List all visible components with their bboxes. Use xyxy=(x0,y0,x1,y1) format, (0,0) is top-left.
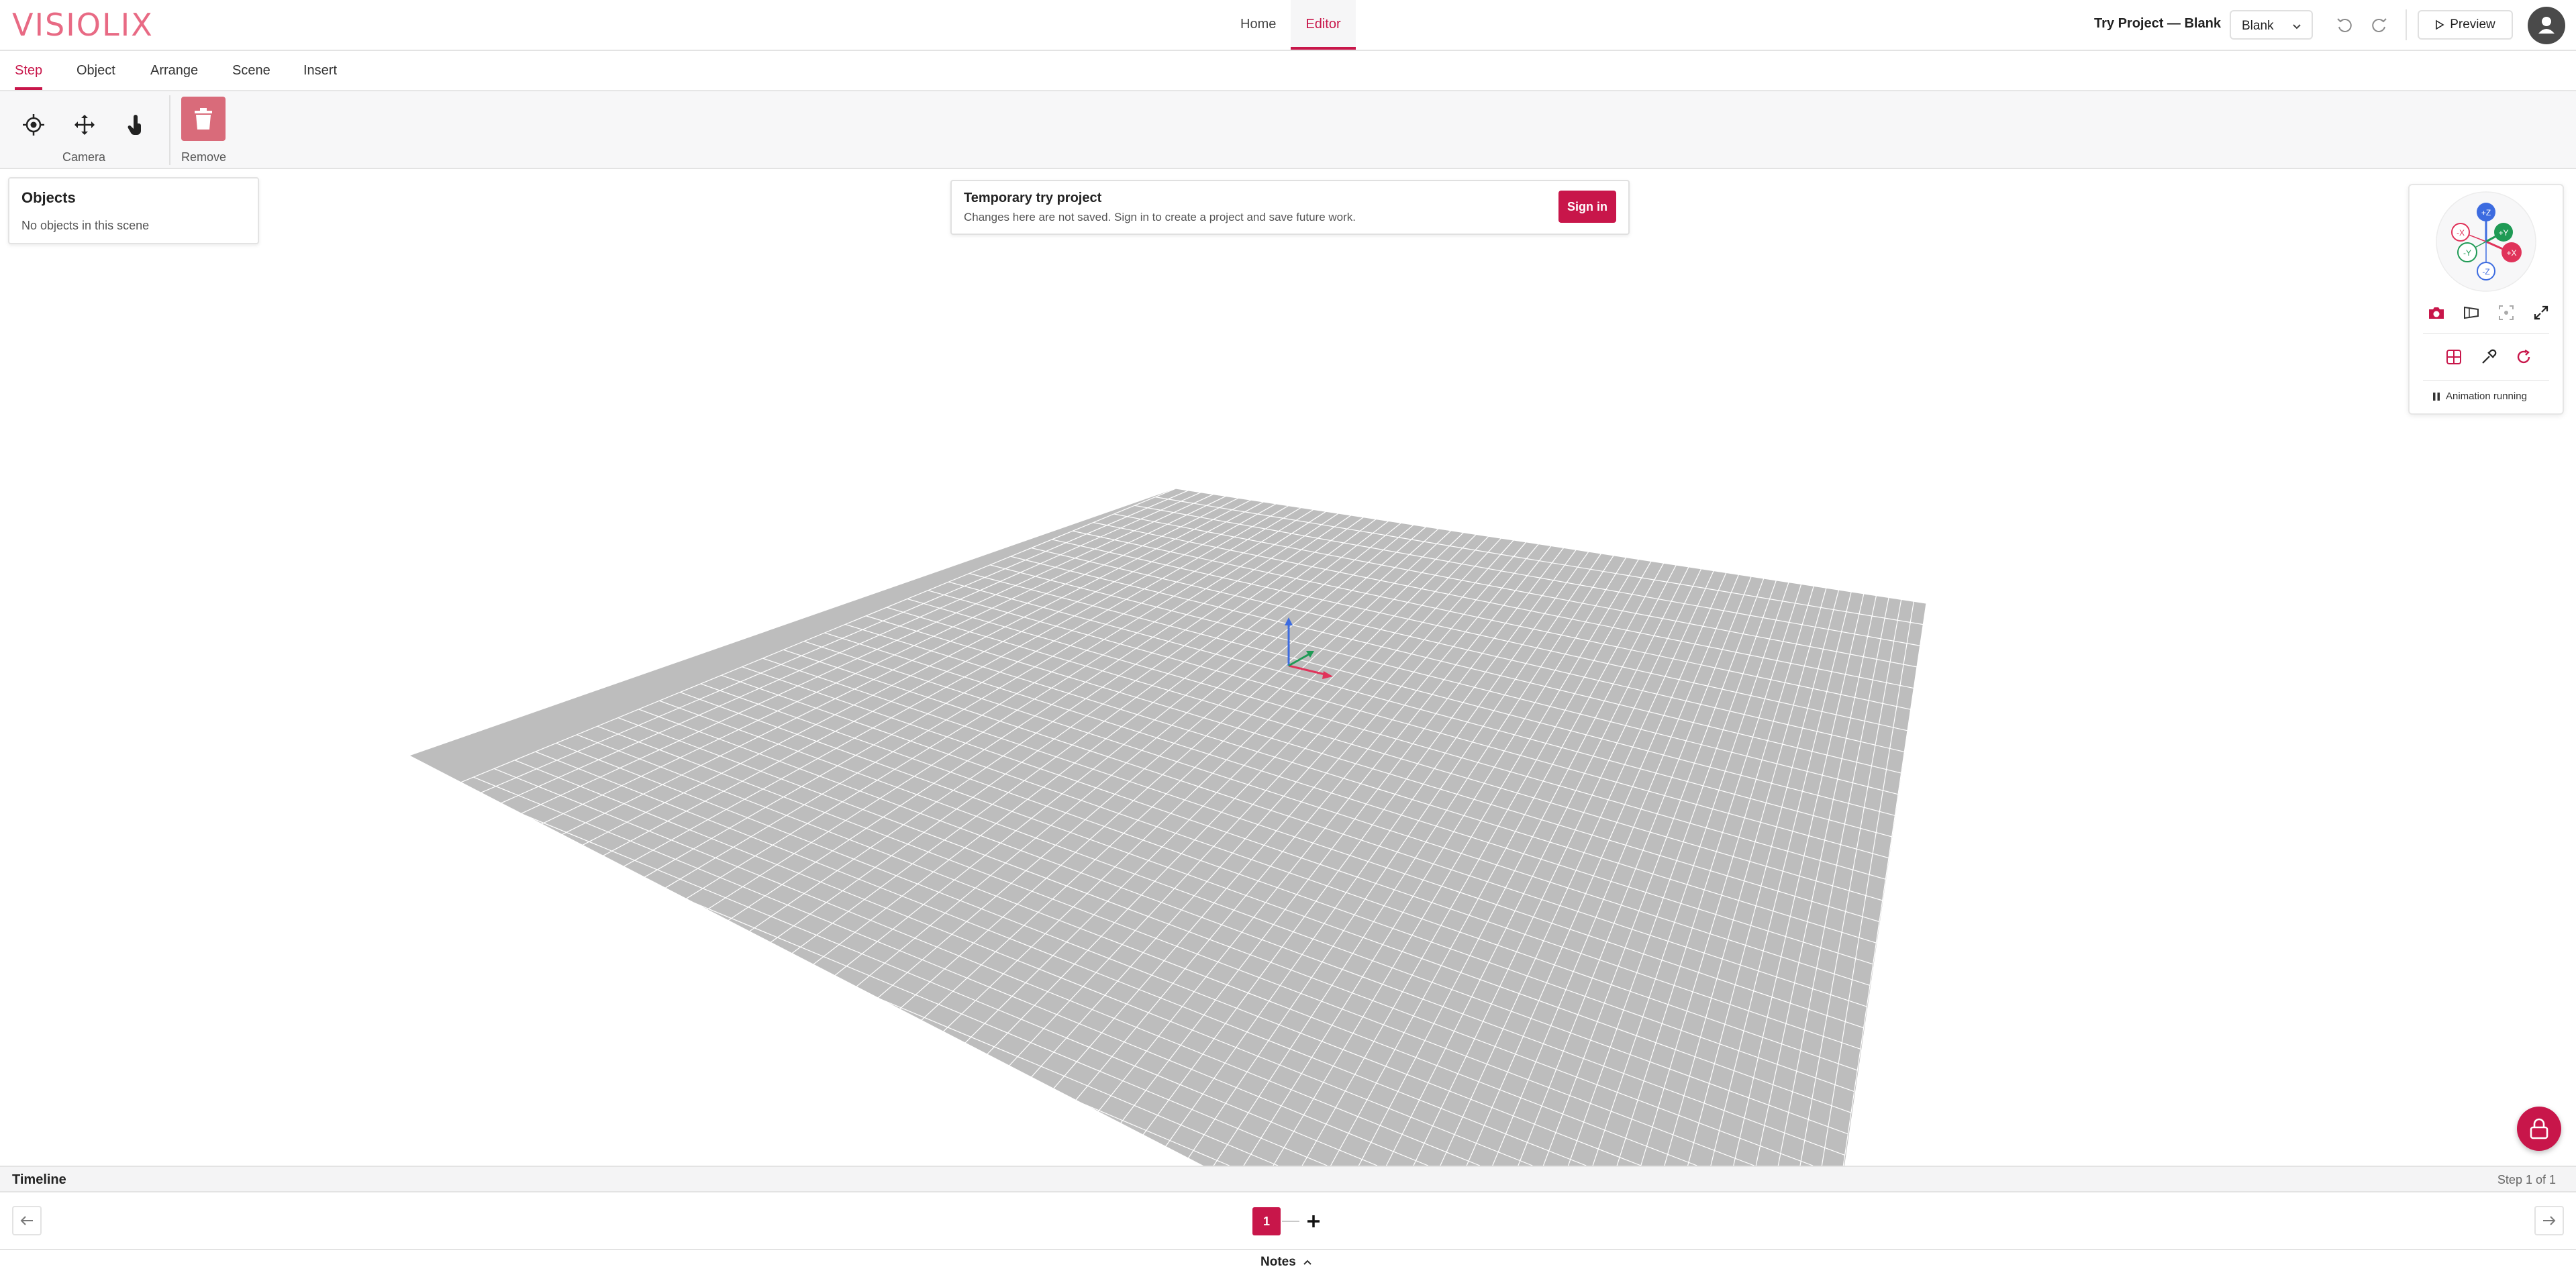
objects-panel: Objects No objects in this scene xyxy=(8,177,259,244)
toolbar: Camera Remove xyxy=(0,91,2576,169)
play-icon xyxy=(2436,19,2444,30)
user-icon xyxy=(2538,17,2555,34)
tab-insert[interactable]: Insert xyxy=(303,51,337,90)
user-avatar[interactable] xyxy=(2528,7,2565,44)
tab-step[interactable]: Step xyxy=(15,51,43,90)
tab-arrange[interactable]: Arrange xyxy=(150,51,198,90)
step-chip-1[interactable]: 1 xyxy=(1252,1207,1281,1235)
touch-tool-button[interactable] xyxy=(117,106,154,144)
plus-icon xyxy=(1307,1215,1320,1227)
axis-label-pos-x: +X xyxy=(2506,248,2516,258)
axis-label-pos-y: +Y xyxy=(2498,228,2508,238)
screenshot-button[interactable] xyxy=(2423,299,2450,326)
perspective-icon xyxy=(2464,306,2479,319)
banner-title: Temporary try project xyxy=(964,191,1102,205)
orbit-tool-button[interactable] xyxy=(15,106,52,144)
toolbar-divider xyxy=(169,95,170,165)
chevron-up-icon xyxy=(1303,1260,1311,1265)
reset-view-button[interactable] xyxy=(2510,344,2537,370)
pan-move-icon xyxy=(75,115,95,135)
notes-toggle[interactable]: Notes xyxy=(1260,1255,1312,1270)
hand-pointer-icon xyxy=(128,115,141,135)
top-nav: Home Editor xyxy=(1226,0,1356,50)
step-connector xyxy=(1282,1221,1299,1222)
pan-tool-button[interactable] xyxy=(66,106,103,144)
camera-group-label: Camera xyxy=(62,150,106,164)
lock-button[interactable] xyxy=(2517,1107,2561,1151)
animation-toggle[interactable]: Animation running xyxy=(2432,391,2527,402)
undo-icon[interactable] xyxy=(2334,15,2355,35)
app-logo[interactable]: VISIOLIX xyxy=(12,7,154,43)
axis-label-neg-z: -Z xyxy=(2482,267,2489,276)
camera-icon xyxy=(2429,307,2444,319)
next-step-button[interactable] xyxy=(2534,1206,2564,1235)
tab-scene[interactable]: Scene xyxy=(232,51,270,90)
orientation-gizmo[interactable]: +Z +Y +X -X -Y -Z xyxy=(2410,185,2563,293)
grid-add-icon xyxy=(2446,350,2461,364)
view-controls-panel: +Z +Y +X -X -Y -Z Animation running xyxy=(2408,184,2564,415)
refresh-icon xyxy=(2517,349,2530,364)
timeline-header: Timeline Step 1 of 1 xyxy=(0,1166,2576,1192)
pause-icon xyxy=(2433,392,2440,401)
axis-label-pos-z: +Z xyxy=(2481,208,2491,217)
remove-button[interactable] xyxy=(181,97,226,141)
focus-frame-icon xyxy=(2499,305,2514,320)
timeline-track: 1 xyxy=(0,1192,2576,1249)
view-panel-divider xyxy=(2423,333,2549,334)
ribbon-tabs: Step Object Arrange Scene Insert xyxy=(0,51,2576,91)
ground-grid xyxy=(0,488,1927,1166)
nav-tab-editor[interactable]: Editor xyxy=(1291,0,1356,50)
fullscreen-button[interactable] xyxy=(2528,299,2555,326)
step-counter: Step 1 of 1 xyxy=(2497,1173,2556,1186)
axis-label-neg-y: -Y xyxy=(2463,248,2471,258)
focus-selection-button[interactable] xyxy=(2493,299,2520,326)
notes-bar: Notes xyxy=(0,1249,2576,1275)
objects-empty-text: No objects in this scene xyxy=(21,219,150,232)
nav-tab-home[interactable]: Home xyxy=(1226,0,1291,50)
preview-button[interactable]: Preview xyxy=(2418,10,2513,40)
arrow-left-icon xyxy=(20,1216,33,1225)
timeline-title: Timeline xyxy=(12,1172,66,1187)
previous-step-button[interactable] xyxy=(12,1206,42,1235)
expand-icon xyxy=(2534,305,2548,320)
tab-object[interactable]: Object xyxy=(77,51,115,90)
pick-tool-button[interactable] xyxy=(2475,344,2502,370)
view-panel-divider-2 xyxy=(2423,380,2549,381)
preview-label: Preview xyxy=(2450,17,2495,32)
redo-icon[interactable] xyxy=(2369,15,2389,35)
try-project-banner: Temporary try project Changes here are n… xyxy=(950,180,1630,235)
chevron-down-icon xyxy=(2293,24,2301,30)
3d-viewport[interactable]: Objects No objects in this scene Tempora… xyxy=(0,169,2576,1166)
top-bar: VISIOLIX Home Editor Try Project — Blank… xyxy=(0,0,2576,51)
eyedropper-icon xyxy=(2482,349,2497,364)
project-title: Try Project — Blank xyxy=(2094,16,2221,31)
perspective-toggle-button[interactable] xyxy=(2458,299,2485,326)
trash-icon xyxy=(195,108,212,130)
notes-label: Notes xyxy=(1260,1255,1296,1269)
animation-status-text: Animation running xyxy=(2446,391,2527,402)
template-select-value: Blank xyxy=(2242,19,2274,33)
remove-group-label: Remove xyxy=(181,150,227,164)
axis-label-neg-x: -X xyxy=(2457,228,2465,238)
sign-in-button[interactable]: Sign in xyxy=(1558,191,1616,223)
arrow-right-icon xyxy=(2543,1216,2556,1225)
toggle-grid-button[interactable] xyxy=(2440,344,2467,370)
add-step-button[interactable] xyxy=(1302,1208,1325,1235)
banner-text: Changes here are not saved. Sign in to c… xyxy=(964,211,1356,223)
template-select[interactable]: Blank xyxy=(2230,10,2313,40)
lock-icon xyxy=(2530,1118,2548,1139)
orbit-target-icon xyxy=(23,114,44,136)
objects-panel-title: Objects xyxy=(21,189,76,206)
header-divider xyxy=(2406,9,2407,40)
